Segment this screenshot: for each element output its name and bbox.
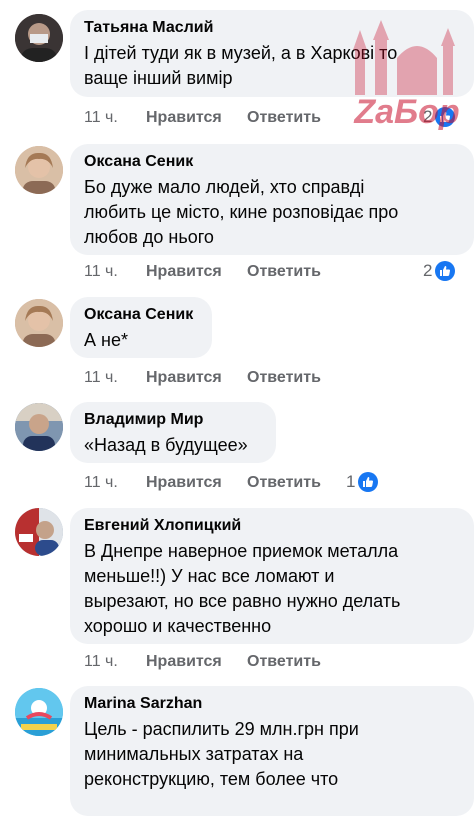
- timestamp[interactable]: 11 ч.: [84, 263, 118, 281]
- author-name[interactable]: Оксана Сеник: [84, 305, 198, 325]
- thumbs-up-icon: [358, 472, 379, 492]
- comment-text: Бо дуже мало людей, хто справді любить ц…: [84, 177, 399, 247]
- comment-text: Цель - распилить 29 млн.грн при минималь…: [84, 719, 359, 789]
- avatar[interactable]: [15, 14, 63, 62]
- avatar[interactable]: [15, 403, 63, 451]
- comment-bubble: Евгений Хлопицкий В Днепре наверное прие…: [70, 508, 474, 644]
- comment-bubble: Marina Sarzhan Цель - распилить 29 млн.г…: [70, 686, 474, 816]
- watermark-text: ZaБор: [353, 93, 459, 131]
- like-button[interactable]: Нравится: [146, 474, 222, 492]
- reply-button[interactable]: Ответить: [247, 474, 321, 492]
- reaction-number: 2: [423, 261, 433, 280]
- avatar[interactable]: [15, 146, 63, 194]
- comment-bubble: Оксана Сеник А не*: [70, 297, 212, 358]
- like-button[interactable]: Нравится: [146, 263, 222, 281]
- avatar[interactable]: [15, 688, 63, 736]
- reaction-number: 1: [346, 472, 356, 491]
- reply-button[interactable]: Ответить: [247, 263, 321, 281]
- timestamp[interactable]: 11 ч.: [84, 474, 118, 492]
- author-name[interactable]: Владимир Мир: [84, 410, 262, 430]
- comment-bubble: Владимир Мир «Назад в будущее»: [70, 402, 276, 463]
- author-name[interactable]: Евгений Хлопицкий: [84, 516, 460, 536]
- reply-button[interactable]: Ответить: [247, 109, 321, 127]
- like-button[interactable]: Нравится: [146, 369, 222, 387]
- like-button[interactable]: Нравится: [146, 109, 222, 127]
- reaction-count[interactable]: 1: [346, 472, 379, 492]
- comment-text: «Назад в будущее»: [84, 435, 248, 455]
- reply-button[interactable]: Ответить: [247, 653, 321, 671]
- timestamp[interactable]: 11 ч.: [84, 653, 118, 671]
- timestamp[interactable]: 11 ч.: [84, 109, 118, 127]
- reply-button[interactable]: Ответить: [247, 369, 321, 387]
- author-name[interactable]: Оксана Сеник: [84, 152, 460, 172]
- comment-bubble: Оксана Сеник Бо дуже мало людей, хто спр…: [70, 144, 474, 255]
- timestamp[interactable]: 11 ч.: [84, 369, 118, 387]
- author-name[interactable]: Marina Sarzhan: [84, 694, 460, 714]
- thumbs-up-icon: [435, 261, 456, 281]
- zabor-watermark-logo: ZaБор: [345, 20, 470, 135]
- avatar[interactable]: [15, 508, 63, 556]
- like-button[interactable]: Нравится: [146, 653, 222, 671]
- avatar[interactable]: [15, 299, 63, 347]
- comment-text: А не*: [84, 330, 128, 350]
- comment-text: В Днепре наверное приемок металла меньше…: [84, 541, 401, 636]
- reaction-count[interactable]: 2: [423, 261, 456, 281]
